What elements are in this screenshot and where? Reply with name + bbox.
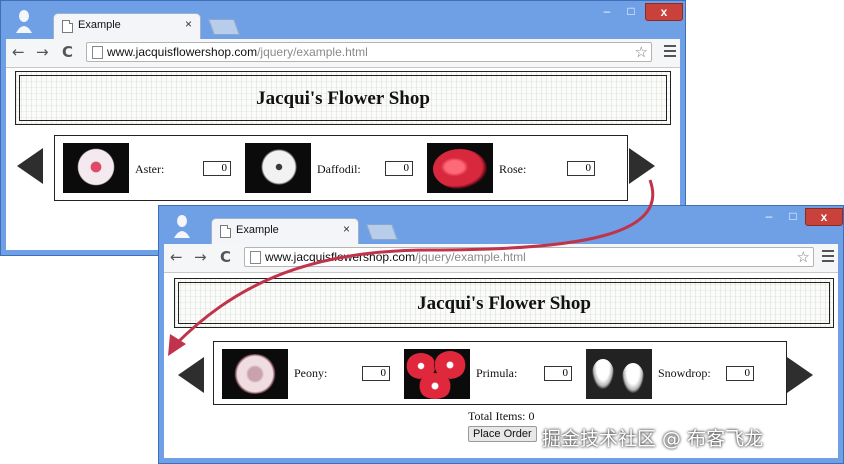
- tab-title: Example: [78, 19, 121, 31]
- close-button[interactable]: x: [645, 3, 683, 21]
- title-bar: Example × – □ x: [1, 1, 685, 39]
- peony-image: [222, 349, 288, 399]
- back-arrow-icon[interactable]: ←: [12, 43, 25, 61]
- quantity-input[interactable]: 0: [385, 161, 413, 176]
- minimize-button[interactable]: –: [759, 208, 779, 226]
- tab-example[interactable]: Example ×: [211, 218, 359, 244]
- left-arrow-icon[interactable]: [178, 357, 204, 393]
- star-icon[interactable]: ☆: [635, 43, 648, 61]
- reload-icon[interactable]: C: [220, 248, 231, 266]
- aster-image: [63, 143, 129, 193]
- left-arrow-icon[interactable]: [17, 148, 43, 184]
- menu-icon[interactable]: [664, 45, 676, 60]
- new-tab-button[interactable]: [208, 19, 240, 35]
- maximize-button[interactable]: □: [783, 208, 803, 226]
- reload-icon[interactable]: C: [62, 43, 73, 61]
- page-title: Jacqui's Flower Shop: [417, 293, 591, 314]
- page-icon: [250, 251, 261, 264]
- flower-label: Daffodil:: [317, 162, 361, 176]
- user-avatar-icon[interactable]: [15, 9, 33, 33]
- place-order-button[interactable]: Place Order: [468, 426, 537, 442]
- menu-icon[interactable]: [822, 250, 834, 265]
- quantity-input[interactable]: 0: [203, 161, 231, 176]
- forward-arrow-icon[interactable]: →: [36, 43, 49, 61]
- url-text[interactable]: www.jacquisflowershop.com/jquery/example…: [107, 45, 368, 59]
- tab-close-button[interactable]: ×: [185, 18, 192, 30]
- shop-header: Jacqui's Flower Shop: [15, 71, 671, 125]
- tab-example[interactable]: Example ×: [53, 13, 201, 39]
- quantity-input[interactable]: 0: [726, 366, 754, 381]
- minimize-button[interactable]: –: [597, 3, 617, 21]
- flower-label: Rose:: [499, 162, 527, 176]
- flower-label: Peony:: [294, 366, 328, 380]
- back-arrow-icon[interactable]: ←: [170, 248, 183, 266]
- shop-header: Jacqui's Flower Shop: [174, 278, 834, 328]
- address-bar[interactable]: www.jacquisflowershop.com/jquery/example…: [86, 42, 652, 62]
- quantity-input[interactable]: 0: [544, 366, 572, 381]
- user-avatar-icon[interactable]: [173, 214, 191, 238]
- daffodil-image: [245, 143, 311, 193]
- quantity-input[interactable]: 0: [567, 161, 595, 176]
- flower-label: Primula:: [476, 366, 518, 380]
- page-icon: [62, 20, 73, 33]
- tab-close-button[interactable]: ×: [343, 223, 350, 235]
- new-tab-button[interactable]: [366, 224, 398, 240]
- watermark-text: 掘金技术社区 @ 布客飞龙: [542, 428, 764, 450]
- address-bar[interactable]: www.jacquisflowershop.com/jquery/example…: [244, 247, 814, 267]
- rose-image: [427, 143, 493, 193]
- page-title: Jacqui's Flower Shop: [256, 88, 430, 109]
- url-text[interactable]: www.jacquisflowershop.com/jquery/example…: [265, 250, 526, 264]
- flower-row: Aster: 0 Daffodil: 0 Rose: 0: [54, 135, 628, 201]
- maximize-button[interactable]: □: [621, 3, 641, 21]
- browser-toolbar: ← → C www.jacquisflowershop.com/jquery/e…: [6, 39, 680, 68]
- snowdrop-image: [586, 349, 652, 399]
- forward-arrow-icon[interactable]: →: [194, 248, 207, 266]
- right-arrow-icon[interactable]: [629, 148, 655, 184]
- primula-image: [404, 349, 470, 399]
- flower-label: Aster:: [135, 162, 165, 176]
- flower-label: Snowdrop:: [658, 366, 711, 380]
- tab-title: Example: [236, 224, 279, 236]
- browser-toolbar: ← → C www.jacquisflowershop.com/jquery/e…: [164, 244, 838, 273]
- quantity-input[interactable]: 0: [362, 366, 390, 381]
- close-button[interactable]: x: [805, 208, 843, 226]
- star-icon[interactable]: ☆: [797, 248, 810, 266]
- page-icon: [220, 225, 231, 238]
- title-bar: Example × – □ x: [159, 206, 843, 244]
- page-icon: [92, 46, 103, 59]
- right-arrow-icon[interactable]: [787, 357, 813, 393]
- flower-row: Peony: 0 Primula: 0 Snowdrop: 0: [213, 341, 787, 405]
- total-items-label: Total Items: 0: [468, 409, 535, 423]
